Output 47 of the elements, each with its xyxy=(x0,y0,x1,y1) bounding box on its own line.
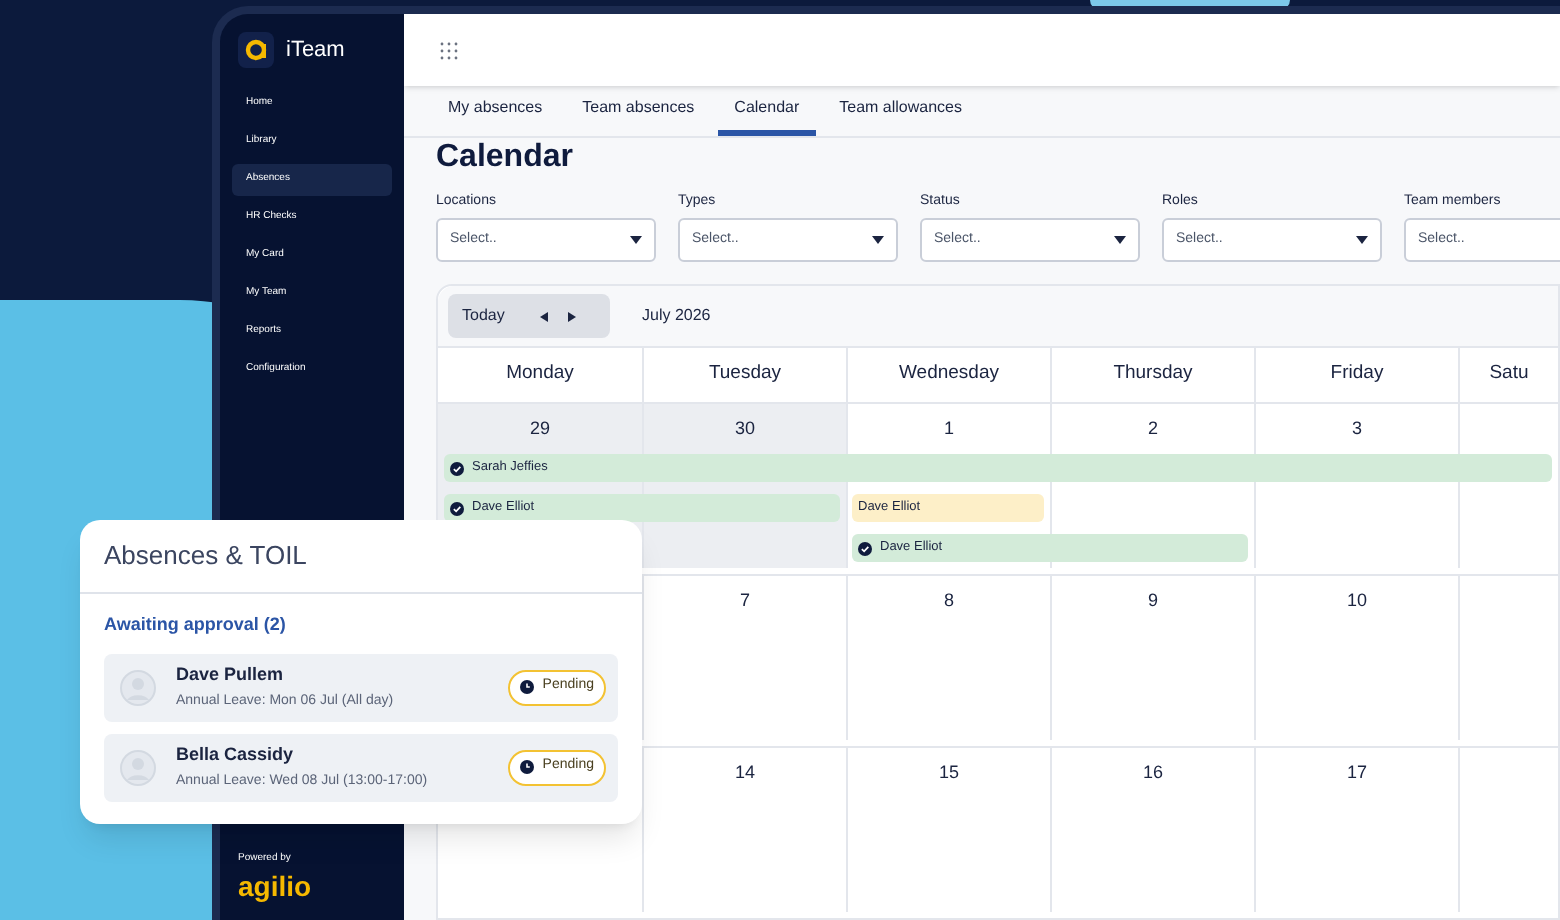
day-header: Wednesday xyxy=(846,348,1050,402)
brand-logo: agilio xyxy=(238,872,314,900)
dropdown-caret-icon xyxy=(1356,236,1368,244)
date-number: 1 xyxy=(943,418,954,440)
date-number: 10 xyxy=(1346,590,1367,612)
person-name: Dave Pullem xyxy=(176,661,286,687)
app-grid-icon[interactable] xyxy=(440,41,458,59)
dropdown-caret-icon xyxy=(872,236,884,244)
day-header: Monday xyxy=(504,360,576,389)
date-number: 7 xyxy=(739,590,750,612)
page-title: Calendar xyxy=(436,138,575,178)
tab[interactable]: Team allowances xyxy=(823,86,979,136)
previous-icon[interactable] xyxy=(540,311,549,321)
section-heading: Awaiting approval (2) xyxy=(104,612,288,638)
check-circle-icon xyxy=(450,461,464,475)
tab[interactable]: Calendar xyxy=(718,86,816,136)
card-title: Absences & TOIL xyxy=(104,538,307,575)
month-label: July 2026 xyxy=(642,304,711,328)
date-number: 9 xyxy=(1147,590,1158,612)
date-number: 30 xyxy=(734,418,755,440)
date-number: 3 xyxy=(1351,418,1362,440)
tab[interactable]: My absences xyxy=(432,86,559,136)
date-number: 17 xyxy=(1346,762,1367,784)
day-header: Thursday xyxy=(1050,348,1254,402)
day-header: Friday xyxy=(1254,348,1458,402)
avatar-icon xyxy=(120,669,156,705)
check-circle-icon xyxy=(858,541,872,555)
dropdown-caret-icon xyxy=(630,236,642,244)
date-number: 29 xyxy=(529,418,550,440)
tab[interactable]: Team absences xyxy=(566,86,711,136)
date-number: 2 xyxy=(1147,418,1158,440)
person-name: Bella Cassidy xyxy=(176,741,296,768)
clock-icon xyxy=(520,760,535,774)
today-button[interactable]: Today xyxy=(462,304,505,328)
day-header: Satu xyxy=(1458,348,1558,402)
clock-icon xyxy=(520,680,535,694)
check-circle-icon xyxy=(450,501,464,515)
date-number: 15 xyxy=(938,762,959,784)
day-header: Tuesday xyxy=(642,348,846,402)
date-number: 8 xyxy=(943,590,954,612)
dropdown-caret-icon xyxy=(1114,236,1126,244)
avatar-icon xyxy=(120,749,156,785)
app-name: iTeam xyxy=(286,35,345,66)
logo-icon xyxy=(238,32,274,68)
next-icon[interactable] xyxy=(568,311,577,321)
date-number: 16 xyxy=(1142,762,1163,784)
date-number: 14 xyxy=(734,762,755,784)
